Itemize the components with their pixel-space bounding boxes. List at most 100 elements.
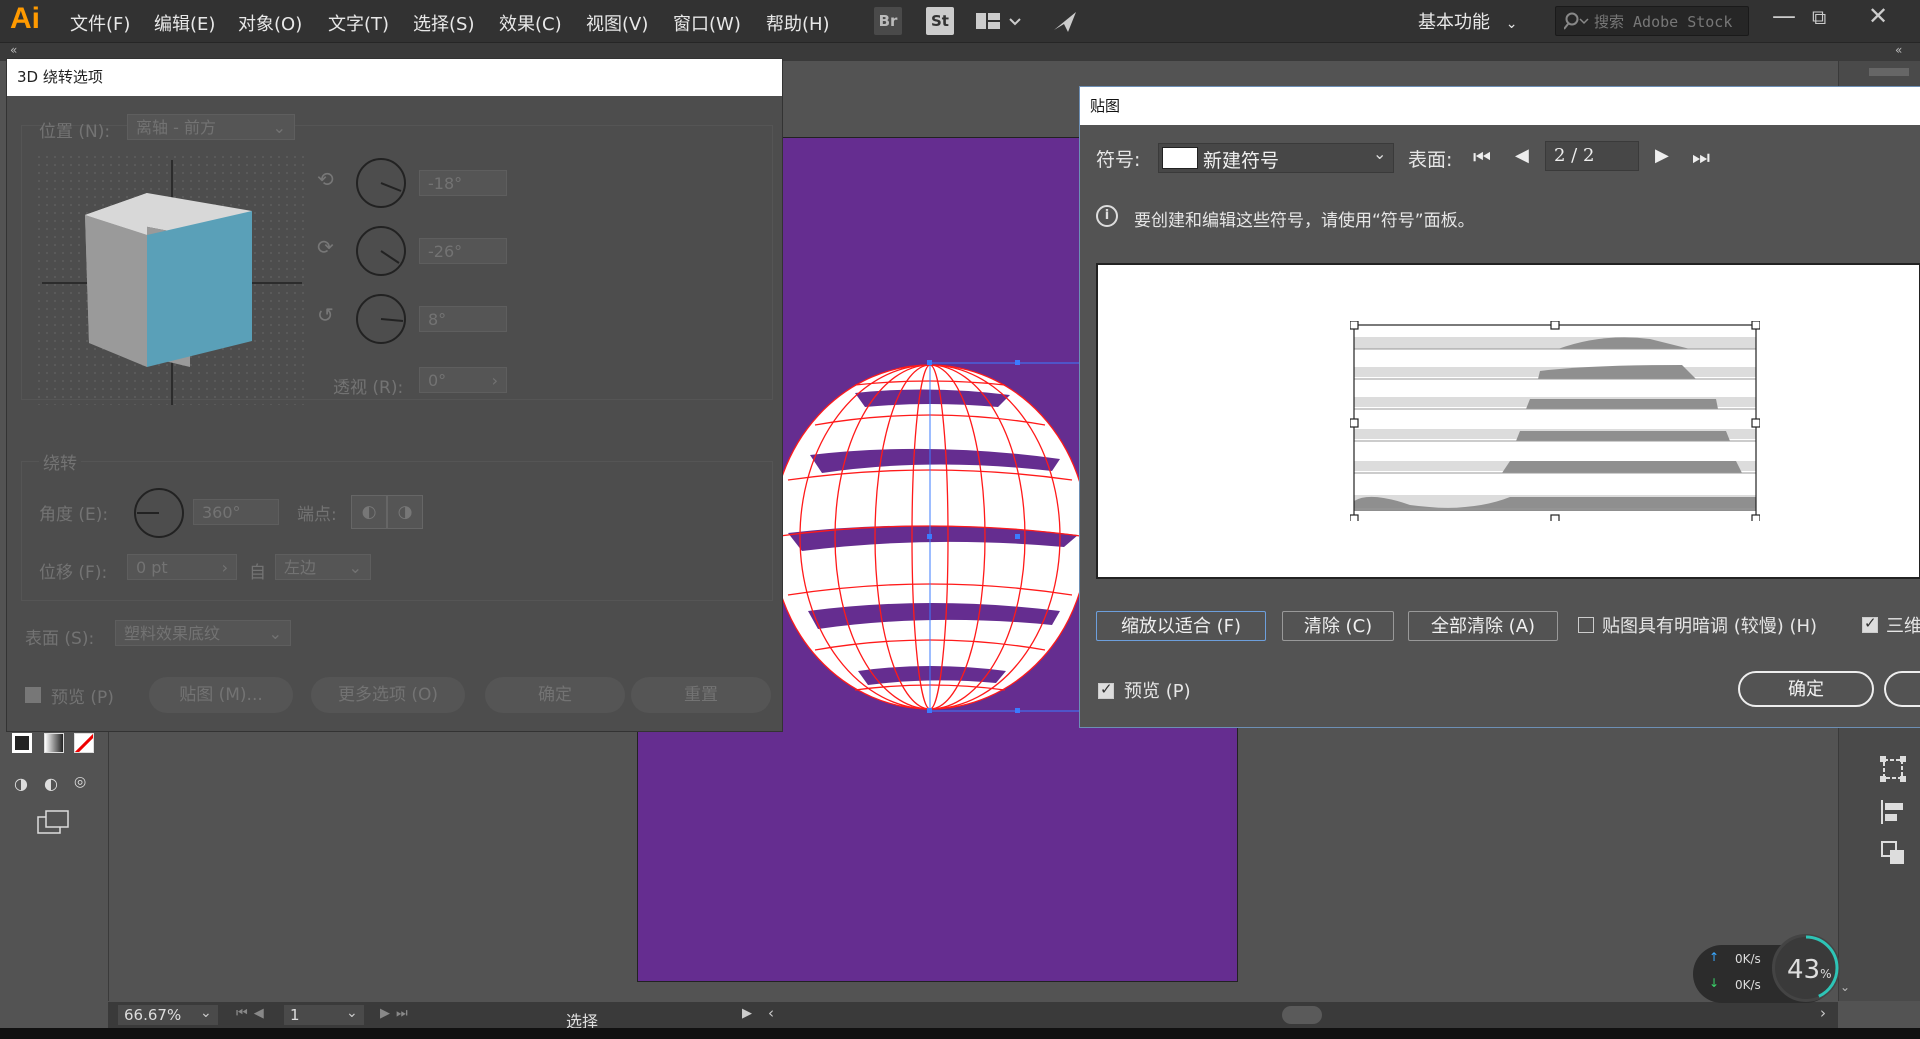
invisible-geometry-checkbox[interactable] [1862, 614, 1878, 633]
upload-arrow-icon: ↑ [1709, 950, 1720, 964]
workspace-switcher[interactable]: 基本功能 ⌄ [1418, 8, 1517, 34]
cpu-usage-percent: 43% [1787, 955, 1832, 985]
app-logo: Ai [10, 2, 40, 35]
preview-checkbox[interactable] [25, 687, 41, 703]
clear-all-button[interactable]: 全部清除 (A) [1408, 611, 1558, 641]
horizontal-scrollbar-thumb[interactable] [1282, 1006, 1322, 1024]
sphere-wireframe[interactable] [760, 355, 1090, 715]
menu-select[interactable]: 选择(S) [413, 10, 474, 36]
symbol-select[interactable]: 新建符号 ⌄ [1158, 143, 1394, 173]
page-chevron-down-icon[interactable]: ⌄ [346, 1005, 358, 1021]
fill-color-icon[interactable] [12, 733, 32, 753]
menu-file[interactable]: 文件(F) [70, 10, 130, 36]
collapse-left-icon[interactable]: « [10, 43, 17, 57]
menu-help[interactable]: 帮助(H) [766, 10, 830, 36]
scroll-left-icon[interactable]: ‹ [768, 1004, 774, 1022]
align-icon[interactable] [1879, 798, 1907, 831]
cap-on-button[interactable]: ◐ [351, 495, 387, 529]
symbol-label: 符号: [1096, 149, 1141, 171]
dock-gripper [1869, 68, 1909, 76]
angle-dial[interactable] [133, 487, 185, 539]
more-options-button[interactable]: 更多选项 (O) [311, 677, 465, 713]
shade-artwork-checkbox[interactable] [1578, 617, 1594, 633]
menu-object[interactable]: 对象(O) [238, 10, 302, 36]
restore-icon[interactable]: ⧉ [1812, 5, 1826, 29]
stock-button[interactable]: St [926, 7, 954, 35]
zoom-chevron-down-icon[interactable]: ⌄ [200, 1005, 212, 1021]
last-artboard-icon[interactable]: ▶⏭ [380, 1006, 414, 1021]
perspective-field[interactable]: 0° › [419, 367, 507, 393]
rotate-z-dial[interactable] [355, 293, 407, 345]
search-icon [1564, 12, 1589, 30]
first-surface-icon[interactable]: ⏮ [1473, 145, 1491, 169]
dialog-title[interactable]: 贴图 [1080, 87, 1920, 125]
gradient-icon[interactable] [44, 733, 64, 753]
position-select[interactable]: 离轴 - 前方 ⌄ [127, 114, 295, 140]
stock-search-input[interactable]: 搜索 Adobe Stock [1555, 6, 1749, 36]
map-art-button[interactable]: 贴图 (M)... [149, 677, 293, 713]
collapse-right-icon[interactable]: « [1895, 43, 1902, 57]
scroll-right-icon[interactable]: › [1820, 1004, 1826, 1022]
next-surface-icon[interactable]: ▶ [1655, 145, 1669, 166]
rotate-y-field[interactable]: -26° [419, 238, 507, 264]
surface-preview[interactable] [1096, 263, 1920, 579]
symbol-swatch [1162, 147, 1198, 169]
download-arrow-icon: ↓ [1709, 976, 1720, 990]
menu-bar: Ai 文件(F) 编辑(E) 对象(O) 文字(T) 选择(S) 效果(C) 视… [0, 0, 1920, 43]
rotate-x-field[interactable]: -18° [419, 170, 507, 196]
rotate-x-icon: ⟲ [317, 167, 334, 191]
dialog-title[interactable]: 3D 绕转选项 [7, 59, 782, 96]
cpu-usage-gauge[interactable]: 43% [1772, 934, 1840, 1002]
status-menu-arrow-icon[interactable]: ▶ [742, 1006, 752, 1021]
screen-mode-icon[interactable] [36, 809, 72, 840]
preview-label: 预览 (P) [1124, 681, 1191, 702]
bridge-button[interactable]: Br [874, 7, 902, 35]
revolve-3d-dialog: 3D 绕转选项 位置 (N): 离轴 - 前方 ⌄ ⟲ -18° ⟳ -26° ↺… [6, 58, 783, 732]
chevron-down-icon: ⌄ [268, 624, 282, 643]
draw-normal-icon[interactable]: ◑ [14, 774, 28, 793]
rotate-z-field[interactable]: 8° [419, 306, 507, 332]
menu-effect[interactable]: 效果(C) [499, 10, 562, 36]
first-artboard-icon[interactable]: ⏮◀ [236, 1006, 270, 1021]
cap-off-icon: ◑ [397, 502, 413, 522]
surface-label: 表面: [1408, 149, 1453, 171]
arrange-documents-icon[interactable] [976, 11, 1026, 38]
reset-button[interactable]: 重置 [631, 677, 771, 713]
previous-surface-icon[interactable]: ◀ [1515, 145, 1529, 166]
rotate-z-icon: ↺ [317, 303, 334, 327]
surface-texture[interactable] [1350, 321, 1760, 521]
from-label: 自 [249, 563, 266, 583]
scroll-down-icon[interactable]: ⌄ [1840, 980, 1850, 994]
angle-field[interactable]: 360° [193, 499, 279, 525]
ok-button[interactable]: 确定 [1738, 671, 1874, 707]
menu-window[interactable]: 窗口(W) [673, 10, 741, 36]
angle-label: 角度 (E): [39, 505, 109, 525]
scale-to-fit-button[interactable]: 缩放以适合 (F) [1096, 611, 1266, 641]
transform-icon[interactable] [1879, 755, 1907, 788]
cancel-button[interactable] [1884, 671, 1920, 707]
pathfinder-icon[interactable] [1879, 839, 1907, 872]
preview-checkbox[interactable] [1098, 680, 1114, 699]
minimize-icon[interactable]: — [1772, 2, 1796, 30]
clear-button[interactable]: 清除 (C) [1282, 611, 1394, 641]
menu-view[interactable]: 视图(V) [586, 10, 648, 36]
offset-field[interactable]: 0 pt › [127, 554, 237, 580]
close-window-icon[interactable]: ✕ [1868, 2, 1888, 30]
perspective-label: 透视 (R): [333, 378, 404, 398]
cap-off-button[interactable]: ◑ [387, 495, 423, 529]
last-surface-icon[interactable]: ⏭ [1692, 145, 1710, 169]
rotate-x-dial[interactable] [355, 157, 407, 209]
draw-behind-icon[interactable]: ◐ [44, 774, 58, 793]
send-feedback-icon[interactable] [1050, 8, 1080, 39]
none-color-icon[interactable] [74, 733, 94, 753]
surface-page-field[interactable]: 2 / 2 [1545, 141, 1639, 171]
shade-artwork-label: 贴图具有明暗调 (较慢) (H) [1602, 616, 1818, 637]
from-select[interactable]: 左边 ⌄ [275, 554, 371, 580]
draw-inside-icon[interactable]: ◎ [74, 774, 86, 790]
ok-button[interactable]: 确定 [485, 677, 625, 713]
surface-select[interactable]: 塑料效果底纹 ⌄ [115, 620, 291, 646]
rotate-y-dial[interactable] [355, 225, 407, 277]
menu-edit[interactable]: 编辑(E) [154, 10, 215, 36]
cube-track-widget[interactable] [37, 155, 307, 415]
menu-type[interactable]: 文字(T) [328, 10, 389, 36]
